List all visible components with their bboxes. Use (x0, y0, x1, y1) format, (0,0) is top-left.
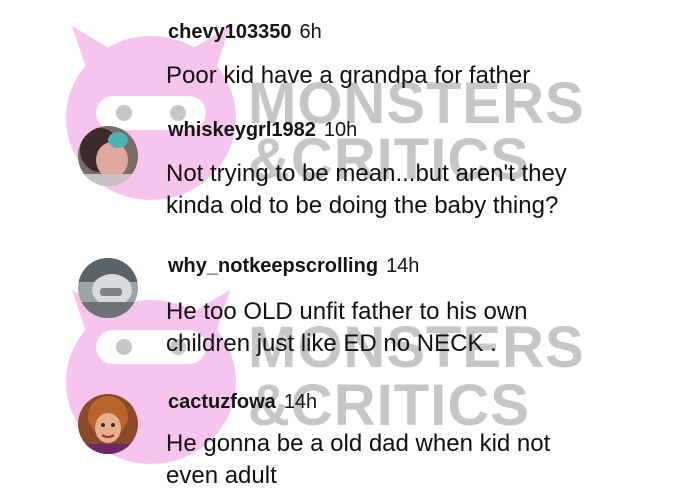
comment-meta: cactuzfowa 14h (168, 390, 317, 414)
comment-meta: chevy103350 6h (168, 20, 322, 44)
comment-meta: whiskeygrl1982 10h (168, 118, 357, 142)
comment-text: Poor kid have a grandpa for father (166, 60, 666, 92)
avatar-photo-icon (78, 126, 138, 186)
comment-text-line: He too OLD unfit father to his own (166, 298, 528, 325)
avatar[interactable] (78, 258, 138, 318)
avatar[interactable] (78, 394, 138, 454)
comment-text-line: children just like ED no NECK . (166, 330, 497, 357)
avatar-photo-icon (78, 394, 138, 454)
comment-username[interactable]: chevy103350 (168, 21, 291, 43)
avatar[interactable] (78, 126, 138, 186)
comment-text-line: Poor kid have a grandpa for father (166, 62, 531, 89)
comment-text-line: kinda old to be doing the baby thing? (166, 192, 559, 219)
comment-username[interactable]: cactuzfowa (168, 391, 276, 413)
comment-text: Not trying to be mean...but aren't they … (166, 158, 666, 222)
comment-username[interactable]: why_notkeepscrolling (168, 255, 378, 277)
comment-text-line: Not trying to be mean...but aren't they (166, 160, 567, 187)
comment-text-line: even adult (166, 462, 277, 489)
comment-text: He gonna be a old dad when kid not even … (166, 428, 666, 492)
comment-time: 6h (299, 21, 322, 43)
comment-time: 10h (323, 119, 358, 141)
comment-text-line: He gonna be a old dad when kid not (166, 430, 551, 457)
comment-text: He too OLD unfit father to his own child… (166, 296, 666, 360)
comment-username[interactable]: whiskeygrl1982 (168, 119, 316, 141)
comment-meta: why_notkeepscrolling 14h (168, 254, 419, 278)
comment-time: 14h (283, 391, 318, 413)
comment-time: 14h (386, 255, 420, 277)
avatar-photo-icon (78, 258, 138, 318)
